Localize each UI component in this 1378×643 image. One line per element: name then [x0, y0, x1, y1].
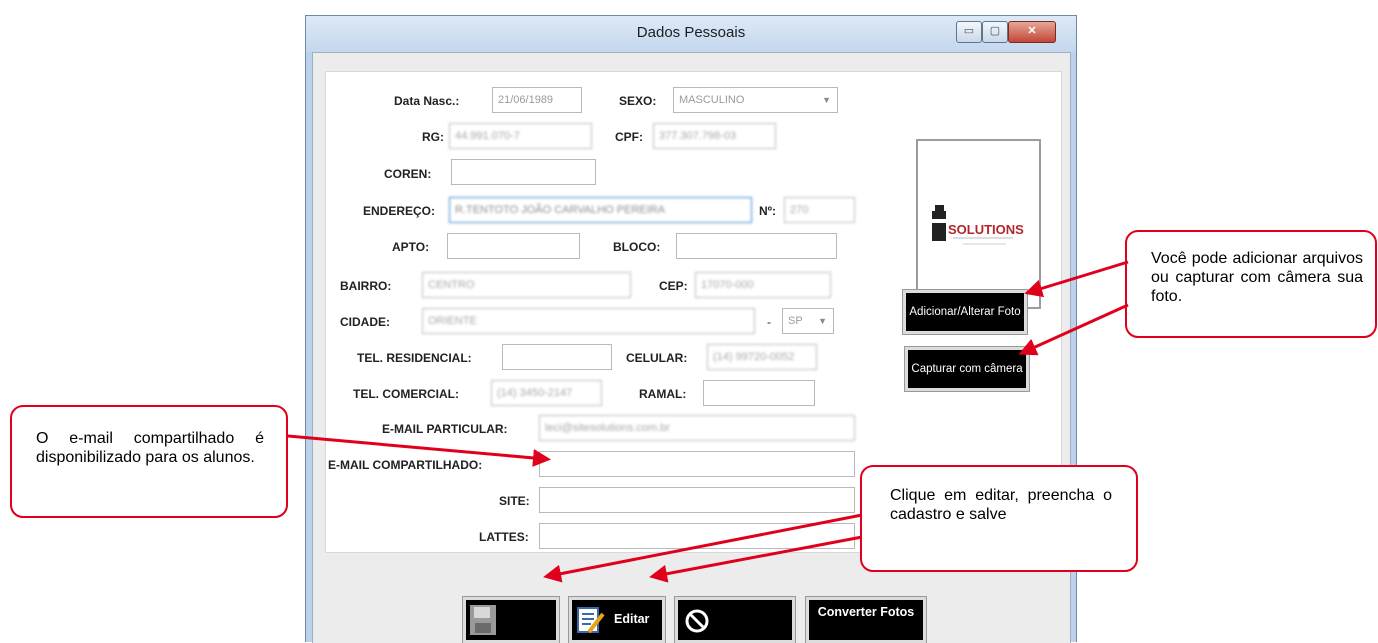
- annotation-arrows: [287, 260, 1129, 583]
- arrow-to-capture: [1018, 303, 1129, 356]
- arrow-to-edit: [649, 535, 863, 583]
- arrow-to-add-photo: [1024, 260, 1129, 298]
- arrow-to-email-field: [287, 434, 551, 467]
